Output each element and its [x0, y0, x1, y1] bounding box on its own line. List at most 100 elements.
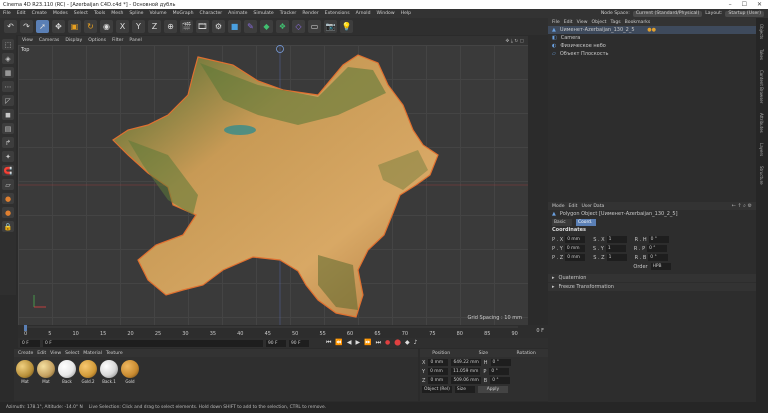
side-tab-attributes[interactable]: Attributes	[759, 113, 764, 133]
om-menu-tags[interactable]: Tags	[610, 20, 620, 25]
menu-help[interactable]: Help	[401, 11, 411, 16]
size-z-field[interactable]: 509.06 mm	[451, 377, 481, 384]
menu-extensions[interactable]: Extensions	[325, 11, 350, 16]
points-mode-icon[interactable]: ⋯	[2, 81, 14, 92]
render-view-icon[interactable]: 🎬	[180, 20, 193, 33]
quaternion-section[interactable]: ▸ Quaternion	[548, 274, 756, 282]
position-z-field[interactable]: 0 mm	[428, 377, 449, 384]
mat-menu-edit[interactable]: Edit	[37, 351, 46, 356]
menu-edit[interactable]: Edit	[17, 11, 26, 16]
om-menu-edit[interactable]: Edit	[564, 20, 573, 25]
y-axis-icon[interactable]: Y	[132, 20, 145, 33]
texture-mode-icon[interactable]: ▦	[2, 67, 14, 78]
menu-window[interactable]: Window	[377, 11, 395, 16]
viewport-menu-filter[interactable]: Filter	[112, 38, 123, 43]
prev-key-icon[interactable]: ⏪	[335, 339, 342, 347]
am-nav-icons[interactable]: ← ↑ ⌕ ⚙	[732, 203, 756, 209]
menu-tracker[interactable]: Tracker	[280, 11, 297, 16]
coord-mode-select[interactable]: Object (Rel)	[422, 386, 452, 393]
rot-p-field[interactable]: 0 °	[647, 245, 668, 252]
material-swatch[interactable]: Back.1	[100, 360, 118, 384]
object-name[interactable]: Camera	[561, 35, 581, 41]
side-tab-layers[interactable]: Layers	[759, 143, 764, 156]
deformer-icon[interactable]: ◇	[292, 20, 305, 33]
material-tag-icon[interactable]: ●●	[647, 27, 756, 33]
pos-x-field[interactable]: 0 mm	[565, 236, 586, 243]
menu-arnold[interactable]: Arnold	[356, 11, 371, 16]
size-y-field[interactable]: 11.059 mm	[451, 368, 481, 375]
scale-y-field[interactable]: 1	[605, 245, 626, 252]
rotation-b-field[interactable]: 0 °	[490, 377, 511, 384]
first-frame-icon[interactable]: ⏮	[326, 339, 331, 347]
snap-icon[interactable]: 🧲	[2, 165, 14, 176]
scale-x-field[interactable]: 1	[606, 236, 627, 243]
menu-create[interactable]: Create	[32, 11, 47, 16]
coord-size-mode-select[interactable]: Size	[454, 386, 475, 393]
make-editable-icon[interactable]: ⬚	[2, 39, 14, 50]
mat-menu-view[interactable]: View	[50, 351, 61, 356]
minimize-icon[interactable]: –	[729, 1, 732, 8]
undo-icon[interactable]: ↶	[4, 20, 17, 33]
start-frame-field[interactable]: 0 F	[20, 339, 40, 347]
om-menu-object[interactable]: Object	[592, 20, 607, 25]
current-frame-field[interactable]: 0 F	[43, 339, 263, 347]
recent-tool-icon[interactable]: ◉	[100, 20, 113, 33]
menu-render[interactable]: Render	[302, 11, 318, 16]
am-menu-edit[interactable]: Edit	[569, 204, 578, 209]
apply-button[interactable]: Apply	[477, 386, 508, 393]
rotation-h-field[interactable]: 0 °	[490, 359, 511, 366]
mat-menu-material[interactable]: Material	[83, 351, 102, 356]
render-picture-viewer-icon[interactable]: 🎞	[196, 20, 209, 33]
object-row[interactable]: ▲ Uименет-Azerbaijan_130_2_5 ●●	[548, 26, 756, 34]
rotation-p-field[interactable]: 0 °	[489, 368, 510, 375]
object-row[interactable]: ▱ Объект Плоскость	[548, 50, 756, 58]
viewport-menu-view[interactable]: View	[22, 38, 33, 43]
pen-icon[interactable]: ✎	[244, 20, 257, 33]
scale-z-field[interactable]: 1	[606, 254, 627, 261]
live-selection-icon[interactable]: ➚	[36, 20, 49, 33]
material-swatch[interactable]: Mat	[16, 360, 34, 384]
sound-icon[interactable]: ♪	[414, 339, 418, 347]
cloner-icon[interactable]: ❖	[276, 20, 289, 33]
tab-coord[interactable]: Coord.	[576, 218, 596, 226]
move-icon[interactable]: ✥	[52, 20, 65, 33]
mat-menu-select[interactable]: Select	[65, 351, 79, 356]
menu-simulate[interactable]: Simulate	[253, 11, 273, 16]
layout-select[interactable]: Startup (User)	[725, 10, 764, 17]
menu-modes[interactable]: Modes	[53, 11, 68, 16]
material-swatch[interactable]: Gold.2	[79, 360, 97, 384]
position-y-field[interactable]: 0 mm	[428, 368, 449, 375]
enable-axis-icon[interactable]: ↱	[2, 137, 14, 148]
z-axis-icon[interactable]: Z	[148, 20, 161, 33]
redo-icon[interactable]: ↷	[20, 20, 33, 33]
viewport-menu-options[interactable]: Options	[88, 38, 106, 43]
keyframe-icon[interactable]: ◆	[405, 339, 410, 347]
subdivision-icon[interactable]: ◆	[260, 20, 273, 33]
lock-icon[interactable]: 🔒	[2, 221, 14, 232]
render-settings-icon[interactable]: ⚙	[212, 20, 225, 33]
tab-basic[interactable]: Basic	[552, 218, 572, 226]
x-axis-icon[interactable]: X	[116, 20, 129, 33]
play-back-icon[interactable]: ◀	[347, 339, 352, 347]
last-frame-icon[interactable]: ⏭	[376, 339, 381, 347]
maximize-icon[interactable]: ☐	[742, 1, 747, 8]
menu-mograph[interactable]: MoGraph	[173, 11, 194, 16]
end-frame-field-a[interactable]: 90 F	[266, 339, 286, 347]
edges-mode-icon[interactable]: ◸	[2, 95, 14, 106]
menu-character[interactable]: Character	[199, 11, 222, 16]
viewport-nav-icons[interactable]: ✥ ⤓ ↻ ▢	[506, 38, 528, 44]
uv-mode-icon[interactable]: ▤	[2, 123, 14, 134]
material-swatch[interactable]: Back	[58, 360, 76, 384]
workplane-icon[interactable]: ▱	[2, 179, 14, 190]
side-tab-takes[interactable]: Takes	[759, 49, 764, 60]
tweak-icon[interactable]: ✦	[2, 151, 14, 162]
material-swatch[interactable]: Gold	[121, 360, 139, 384]
side-tab-objects[interactable]: Objects	[759, 24, 764, 39]
menu-volume[interactable]: Volume	[150, 11, 167, 16]
cube-icon[interactable]: ■	[228, 20, 241, 33]
size-x-field[interactable]: 649.22 mm	[451, 359, 481, 366]
om-menu-file[interactable]: File	[552, 20, 560, 25]
camera-icon[interactable]: 📷	[324, 20, 337, 33]
coordinate-system-icon[interactable]: ⊕	[164, 20, 177, 33]
object-row[interactable]: ◧ Camera	[548, 34, 756, 42]
